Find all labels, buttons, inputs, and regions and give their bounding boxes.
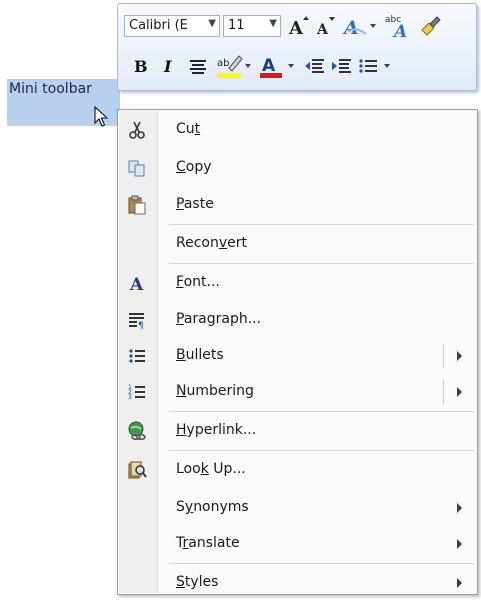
submenu-divider (443, 344, 444, 368)
mini-toolbar: Calibri (E ▼ 11 ▼ A A A abc A B I ab A (117, 3, 477, 91)
submenu-divider (443, 380, 444, 404)
svg-text:ab: ab (217, 58, 229, 69)
menu-item-reconvert[interactable]: Reconvert (119, 226, 476, 262)
highlight-pen-icon: ab (217, 55, 251, 78)
lookup-icon (125, 458, 149, 482)
decrease-indent-icon (305, 59, 324, 73)
bold-button[interactable]: B (129, 54, 151, 78)
menu-item-look-up[interactable]: Look Up... (119, 452, 476, 488)
menu-item-paste[interactable]: Paste (119, 187, 476, 223)
menu-separator (169, 563, 474, 564)
menu-item-translate[interactable]: Translate (119, 526, 476, 562)
format-painter-button[interactable] (418, 13, 444, 39)
menu-item-cut[interactable]: Cut (119, 112, 476, 148)
menu-separator (169, 263, 474, 264)
menu-item-label: Synonyms (176, 499, 249, 515)
submenu-arrow-icon (457, 539, 462, 549)
menu-item-label: Font... (176, 274, 220, 290)
hyperlink-icon (125, 419, 149, 443)
submenu-arrow-icon[interactable] (457, 351, 462, 361)
svg-text:¶: ¶ (138, 321, 144, 330)
copy-icon (125, 156, 149, 180)
font-color-icon: A (260, 56, 294, 78)
font-name-value: Calibri (E (129, 18, 188, 33)
submenu-arrow-icon (457, 578, 462, 588)
font-color-button[interactable]: A (258, 52, 296, 80)
menu-item-hyperlink[interactable]: Hyperlink... (119, 413, 476, 449)
menu-item-copy[interactable]: Copy (119, 150, 476, 186)
clear-formatting-icon: abc A (385, 15, 407, 40)
menu-item-label: Translate (176, 535, 240, 551)
menu-item-label: Look Up... (176, 461, 246, 477)
decrease-indent-button[interactable] (302, 54, 326, 78)
font-name-combo[interactable]: Calibri (E ▼ (124, 15, 220, 37)
svg-text:3: 3 (128, 394, 132, 401)
svg-text:A: A (316, 22, 329, 38)
center-align-icon (190, 60, 206, 74)
menu-item-label: Paragraph... (176, 311, 262, 327)
grow-font-button[interactable]: A (287, 14, 311, 38)
menu-item-paragraph[interactable]: ¶ Paragraph... (119, 302, 476, 338)
mouse-pointer-icon (94, 105, 109, 132)
font-size-combo[interactable]: 11 ▼ (223, 15, 281, 37)
submenu-arrow-icon (457, 503, 462, 513)
svg-text:A: A (392, 22, 407, 40)
svg-text:A: A (129, 275, 144, 293)
increase-indent-icon (332, 59, 351, 73)
menu-item-label: Cut (176, 121, 201, 137)
svg-text:A: A (288, 18, 304, 38)
menu-item-styles[interactable]: Styles (119, 565, 476, 601)
paragraph-icon: ¶ (125, 308, 149, 332)
styles-icon: A (342, 17, 376, 38)
menu-item-bullets[interactable]: Bullets (119, 338, 476, 374)
paste-icon (125, 193, 149, 217)
shrink-font-icon: A (316, 17, 335, 38)
menu-separator (169, 411, 474, 412)
svg-text:B: B (134, 57, 148, 76)
menu-separator (169, 450, 474, 451)
menu-item-label: Numbering (176, 383, 254, 399)
clear-formatting-button[interactable]: abc A (384, 12, 412, 40)
svg-text:I: I (163, 57, 172, 76)
menu-separator (169, 224, 474, 225)
chevron-down-icon[interactable]: ▼ (269, 18, 277, 29)
font-icon: A (125, 271, 149, 295)
menu-item-label: Styles (176, 574, 219, 590)
bold-icon: B (134, 57, 148, 76)
italic-button[interactable]: I (158, 54, 180, 78)
center-align-button[interactable] (186, 54, 210, 78)
font-size-value: 11 (228, 18, 245, 33)
submenu-arrow-icon[interactable] (457, 387, 462, 397)
menu-item-label: Reconvert (176, 235, 248, 251)
menu-item-label: Hyperlink... (176, 422, 257, 438)
menu-item-synonyms[interactable]: Synonyms (119, 490, 476, 526)
menu-item-label: Paste (176, 196, 214, 212)
bullets-icon (125, 344, 149, 368)
menu-item-label: Bullets (176, 347, 224, 363)
svg-text:A: A (342, 17, 359, 38)
chevron-down-icon[interactable]: ▼ (208, 18, 216, 29)
menu-item-font[interactable]: A Font... (119, 265, 476, 301)
italic-icon: I (163, 57, 172, 76)
menu-item-numbering[interactable]: 1 2 3 Numbering (119, 374, 476, 410)
format-painter-icon (421, 16, 441, 36)
scissors-icon (125, 118, 149, 142)
grow-font-icon: A (288, 16, 309, 38)
numbering-icon: 1 2 3 (125, 380, 149, 404)
increase-indent-button[interactable] (329, 54, 353, 78)
selected-text: Mini toolbar (9, 81, 92, 97)
shrink-font-button[interactable]: A (314, 14, 338, 38)
bullets-icon (359, 59, 390, 73)
bullets-toolbar-button[interactable] (356, 54, 392, 78)
styles-button[interactable]: A (342, 14, 378, 38)
context-menu: Cut Copy Paste Reconvert A Font... ¶ Par… (117, 109, 478, 595)
highlight-color-button[interactable]: ab (215, 52, 253, 80)
menu-item-label: Copy (176, 159, 212, 175)
